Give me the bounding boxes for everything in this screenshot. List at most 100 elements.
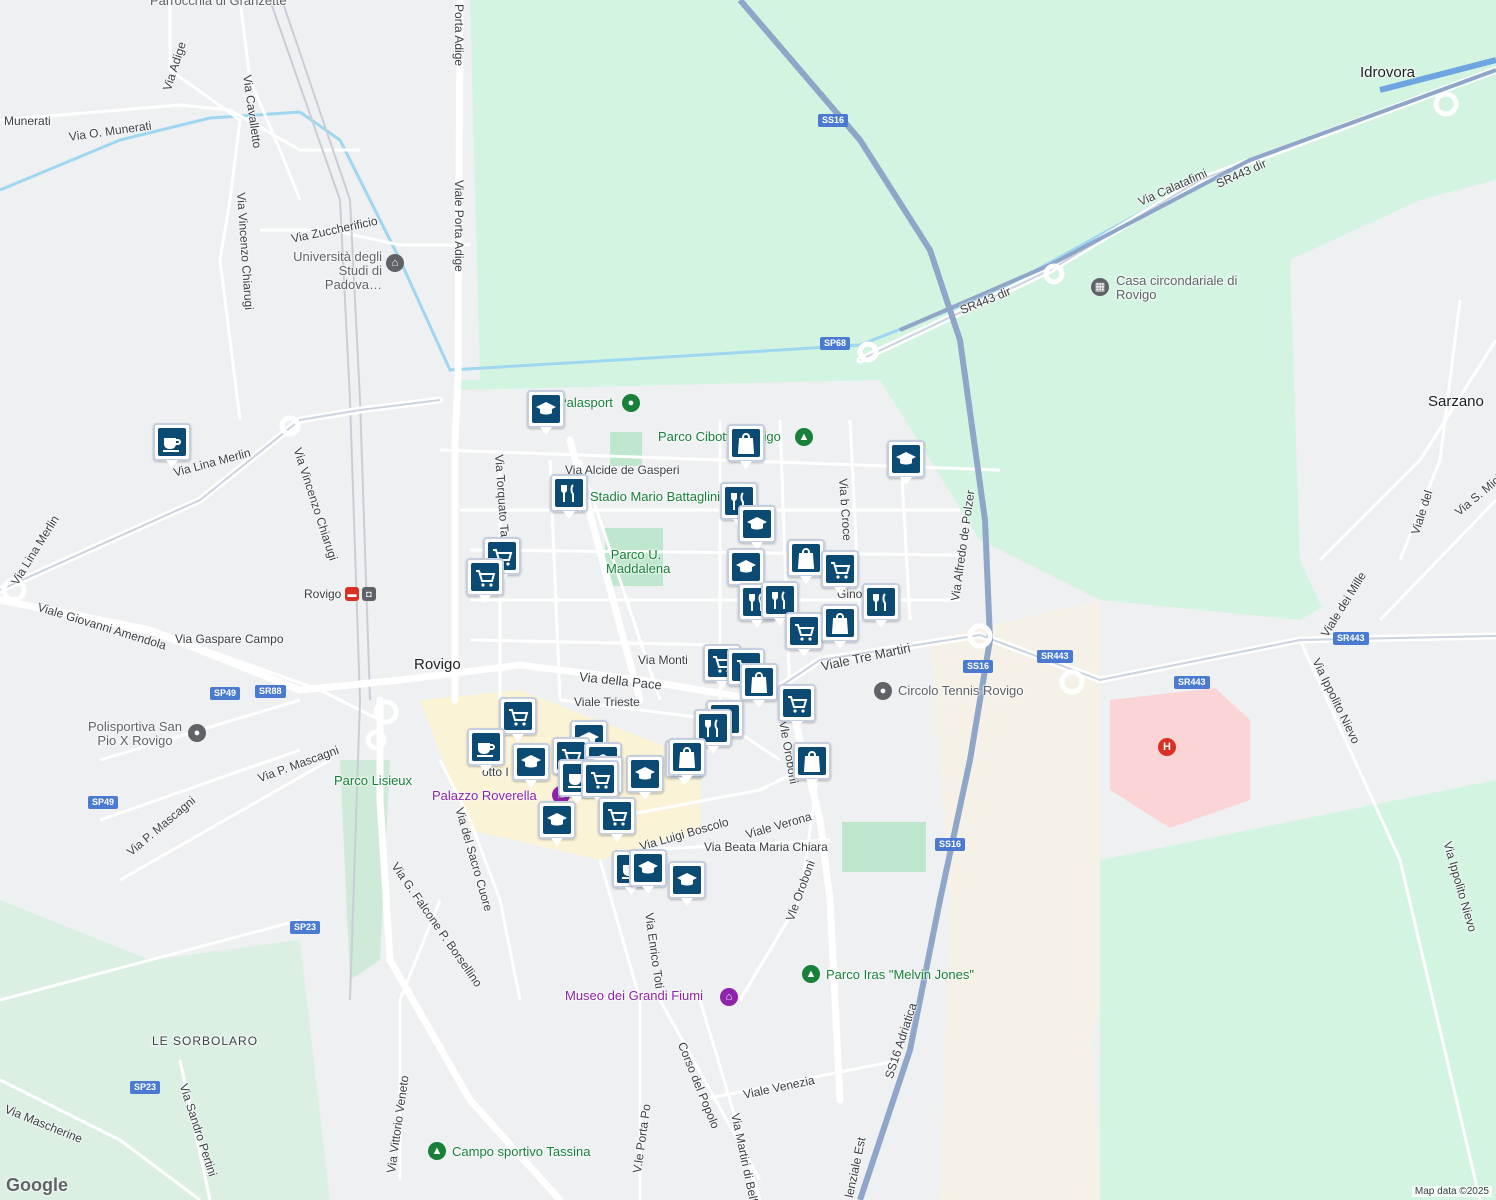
shopping-cart-icon xyxy=(591,772,611,789)
bus-station-icon: ◘ xyxy=(362,587,376,601)
shopping-bag-icon xyxy=(797,548,815,569)
shopping-cart-icon xyxy=(476,570,496,587)
graduation-cap-icon xyxy=(638,861,658,874)
map-marker-grocery[interactable] xyxy=(778,684,816,729)
road-shield: SP68 xyxy=(820,337,851,350)
road-shield: SP49 xyxy=(88,796,119,809)
graduation-cap-icon xyxy=(736,560,756,573)
street-label: Viale Trieste xyxy=(574,695,640,709)
place-label-parco-lisieux[interactable]: Parco Lisieux xyxy=(334,774,412,788)
map-marker-education[interactable] xyxy=(887,440,925,485)
place-label-casa-circondariale[interactable]: Casa circondariale di Rovigo xyxy=(1116,274,1246,302)
graduation-cap-icon: ⌂ xyxy=(386,254,404,272)
train-station-icon: ▬ xyxy=(345,587,359,601)
coffee-cup-icon xyxy=(477,743,495,757)
shopping-cart-icon xyxy=(509,709,529,726)
map-marker-education[interactable] xyxy=(527,390,565,435)
fork-knife-icon xyxy=(772,591,785,609)
town-label: Idrovora xyxy=(1360,64,1416,81)
shopping-bag-icon xyxy=(750,672,768,693)
station-label: Rovigo xyxy=(304,587,342,601)
place-label-palasport[interactable]: Palasport xyxy=(558,396,613,410)
building-icon: ▦ xyxy=(1091,278,1109,296)
shopping-bag-icon xyxy=(678,747,696,768)
map-marker-shopping[interactable] xyxy=(727,424,765,469)
coffee-cup-icon xyxy=(163,438,181,452)
tree-icon: ▲ xyxy=(802,965,820,983)
road-shield: SP23 xyxy=(130,1081,161,1094)
shopping-bag-icon xyxy=(831,613,849,634)
shopping-cart-icon xyxy=(608,809,628,826)
town-label: Rovigo xyxy=(414,656,461,673)
map-marker-grocery[interactable] xyxy=(466,558,504,603)
shopping-bag-icon xyxy=(803,751,821,772)
place-label-museo-grandi-fiumi[interactable]: Museo dei Grandi Fiumi xyxy=(565,989,703,1003)
map-marker-grocery[interactable] xyxy=(785,612,823,657)
road-shield: SP49 xyxy=(210,687,241,700)
fork-knife-icon xyxy=(873,593,886,611)
map-marker-shopping[interactable] xyxy=(787,539,825,584)
map-marker-shopping[interactable] xyxy=(793,742,831,787)
museum-icon: ⌂ xyxy=(720,988,738,1006)
map-marker-education[interactable] xyxy=(629,849,667,894)
google-logo: Google xyxy=(6,1175,68,1195)
graduation-cap-icon xyxy=(677,873,697,886)
place-label-parrocchia[interactable]: Parrocchia di Granzette xyxy=(150,0,287,8)
shopping-cart-icon xyxy=(831,562,851,579)
road-shield: SR88 xyxy=(255,685,286,698)
road-shield: SS16 xyxy=(935,838,966,851)
street-label: Munerati xyxy=(4,114,51,128)
fork-knife-icon xyxy=(561,484,574,502)
map-marker-grocery[interactable] xyxy=(581,760,619,805)
hospital-icon[interactable]: H xyxy=(1158,738,1176,756)
road-shield: SS16 xyxy=(818,114,849,127)
street-label: Viale Porta Adige xyxy=(452,180,466,272)
map-marker-education[interactable] xyxy=(538,801,576,846)
town-label: Sarzano xyxy=(1428,393,1484,410)
shopping-cart-icon xyxy=(788,696,808,713)
road-shield: SR443 xyxy=(1037,650,1073,663)
graduation-cap-icon xyxy=(547,813,567,826)
road-shield: SR443 xyxy=(1333,632,1369,645)
street-label: Via Beata Maria Chiara xyxy=(704,840,828,854)
map-marker-coffee[interactable] xyxy=(467,728,505,773)
graduation-cap-icon xyxy=(521,755,541,768)
map-marker-education[interactable] xyxy=(626,755,664,800)
road-shield: SP23 xyxy=(290,921,321,934)
map-marker-grocery[interactable] xyxy=(821,550,859,595)
map-marker-grocery[interactable] xyxy=(598,797,636,842)
place-label-polisportiva[interactable]: Polisportiva San Pio X Rovigo xyxy=(80,720,190,748)
road-shield: SR443 xyxy=(1174,676,1210,689)
map-marker-education[interactable] xyxy=(512,743,550,788)
map-marker-education[interactable] xyxy=(668,861,706,906)
tree-icon: ▲ xyxy=(428,1142,446,1160)
street-label: Porta Adige xyxy=(452,4,466,67)
map-attribution[interactable]: Map data ©2025 xyxy=(1411,1186,1492,1197)
place-label-universita[interactable]: Università degli Studi di Padova… xyxy=(282,250,382,292)
map-canvas[interactable]: SS16 SP68 SS16 SR443 SR443 SR443 SS16 SP… xyxy=(0,0,1496,1200)
map-marker-education[interactable] xyxy=(738,505,776,550)
place-label-campo-tassina[interactable]: Campo sportivo Tassina xyxy=(452,1145,591,1159)
graduation-cap-icon xyxy=(747,517,767,530)
street-label: Via Gaspare Campo xyxy=(175,632,284,646)
place-label-parco-maddalena[interactable]: Parco U. Maddalena xyxy=(606,548,670,576)
map-marker-grocery[interactable] xyxy=(499,697,537,742)
map-marker-shopping[interactable] xyxy=(668,738,706,783)
map-marker-restaurant[interactable] xyxy=(862,583,900,628)
road-shield: SS16 xyxy=(963,660,994,673)
map-marker-coffee[interactable] xyxy=(153,423,191,468)
pin-icon: ● xyxy=(188,724,206,742)
map-marker-restaurant[interactable] xyxy=(550,474,588,519)
place-label-palazzo-roverella[interactable]: Palazzo Roverella xyxy=(432,789,537,803)
shopping-bag-icon xyxy=(737,433,755,454)
pin-icon: ● xyxy=(874,682,892,700)
place-label-stadio[interactable]: Stadio Mario Battaglini xyxy=(590,490,720,504)
town-label: LE SORBOLARO xyxy=(152,1034,259,1048)
place-label-circolo-tennis[interactable]: Circolo Tennis Rovigo xyxy=(898,684,1024,698)
place-label-parco-iras[interactable]: Parco Iras "Melvin Jones" xyxy=(826,968,974,982)
shopping-cart-icon xyxy=(795,624,815,641)
map-marker-shopping[interactable] xyxy=(821,604,859,649)
map-marker-shopping[interactable] xyxy=(740,663,778,708)
graduation-cap-icon xyxy=(896,452,916,465)
map-marker-education[interactable] xyxy=(727,548,765,593)
